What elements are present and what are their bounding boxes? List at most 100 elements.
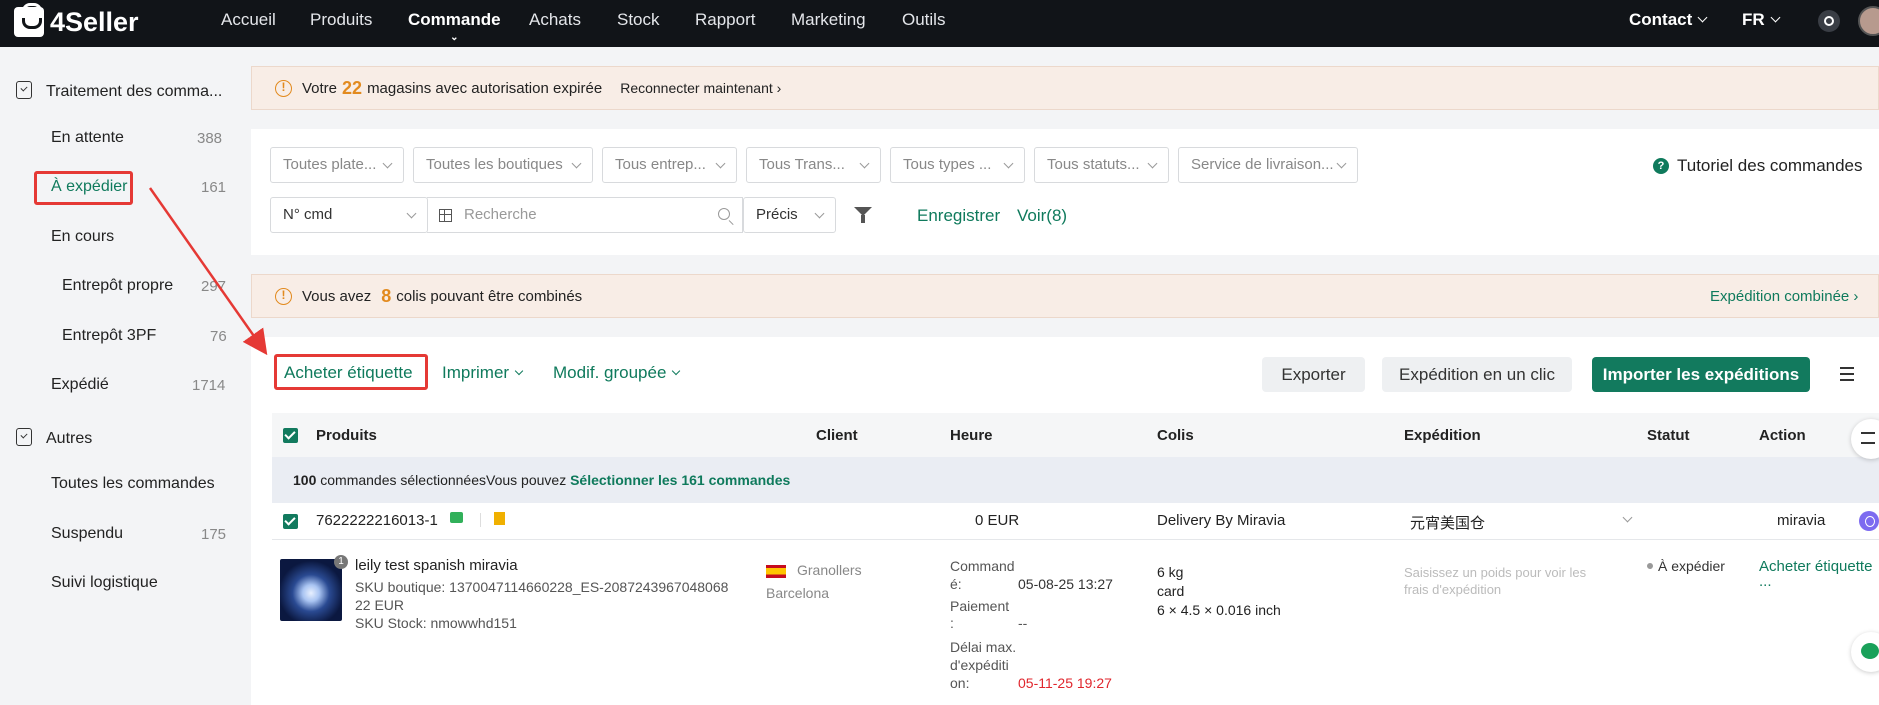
select-all-orders-link[interactable]: Sélectionner les 161 commandes bbox=[570, 472, 790, 488]
sidebar-item-entrepot-propre[interactable]: Entrepôt propre bbox=[62, 277, 173, 295]
sidebar-count: 388 bbox=[197, 130, 223, 147]
nav-outils[interactable]: Outils bbox=[902, 10, 945, 30]
search-field-select[interactable]: N° cmd bbox=[270, 197, 428, 233]
match-mode-select[interactable]: Précis bbox=[743, 197, 836, 233]
contact-menu[interactable]: Contact bbox=[1629, 10, 1708, 30]
more-actions[interactable]: ... bbox=[1759, 573, 1772, 590]
nav-achats[interactable]: Achats bbox=[529, 10, 581, 30]
deadline-label-cont: d'expéditi bbox=[950, 657, 1009, 673]
avatar[interactable] bbox=[1858, 6, 1879, 36]
warning-icon bbox=[275, 287, 292, 305]
shop-filter[interactable]: Toutes les boutiques bbox=[413, 147, 593, 183]
spain-flag-icon bbox=[766, 565, 786, 578]
filter-panel: Toutes plate... Toutes les boutiques Tou… bbox=[251, 129, 1879, 255]
chat-icon bbox=[1861, 643, 1879, 659]
chevron-down-icon[interactable] bbox=[1622, 512, 1633, 523]
highlight-a-expedier bbox=[34, 171, 133, 205]
nav-rapport[interactable]: Rapport bbox=[695, 10, 755, 30]
gear-icon[interactable] bbox=[1818, 10, 1840, 32]
deadline-label-end: on: bbox=[950, 675, 970, 691]
order-header-row: 7622222216013-1 0 EUR Delivery By Miravi… bbox=[272, 503, 1879, 540]
combined-shipping-label: Expédition combinée bbox=[1710, 287, 1850, 305]
delivery-service-filter[interactable]: Service de livraison... bbox=[1178, 147, 1358, 183]
search-placeholder: Recherche bbox=[464, 206, 537, 223]
sidebar-item-expedie[interactable]: Expédié bbox=[51, 376, 109, 394]
question-icon: ? bbox=[1653, 158, 1669, 174]
ordered-label-cont: é: bbox=[950, 576, 962, 592]
product-name[interactable]: leily test spanish miravia bbox=[355, 557, 518, 574]
shipping-hint-cont: frais d'expédition bbox=[1404, 582, 1502, 597]
nav-produits[interactable]: Produits bbox=[310, 10, 372, 30]
ordered-label: Command bbox=[950, 558, 1015, 574]
selection-bar: 100 commandes sélectionnéesVous pouvez S… bbox=[272, 457, 1879, 503]
banner-text: magasins avec autorisation expirée bbox=[367, 79, 603, 97]
language-menu[interactable]: FR bbox=[1742, 10, 1781, 30]
product-thumbnail[interactable] bbox=[280, 559, 342, 621]
sidebar: Traitement des comma... En attente 388 À… bbox=[0, 47, 238, 705]
bookmark-flag-icon[interactable] bbox=[494, 512, 505, 525]
shipping-hint: Saisissez un poids pour voir les bbox=[1404, 565, 1587, 580]
select-all-checkbox[interactable] bbox=[283, 428, 298, 443]
sidebar-item-toutes-commandes[interactable]: Toutes les commandes bbox=[51, 475, 215, 493]
nav-marketing[interactable]: Marketing bbox=[791, 10, 866, 30]
export-button[interactable]: Exporter bbox=[1262, 357, 1365, 392]
order-checkbox[interactable] bbox=[283, 514, 298, 529]
banner-count: 8 bbox=[381, 285, 392, 306]
search-input[interactable]: Recherche bbox=[427, 197, 743, 233]
highlight-buy-label bbox=[274, 354, 428, 390]
order-amount: 0 EUR bbox=[975, 512, 1020, 529]
nav-commande-label: Commande bbox=[408, 10, 501, 29]
tutorial-link[interactable]: ? Tutoriel des commandes bbox=[1653, 156, 1863, 176]
one-click-shipping-button[interactable]: Expédition en un clic bbox=[1382, 357, 1572, 392]
sidebar-group-traitement[interactable]: Traitement des comma... bbox=[16, 78, 222, 101]
chevron-down-icon bbox=[672, 366, 681, 376]
sidebar-item-entrepot-3pf[interactable]: Entrepôt 3PF bbox=[62, 327, 156, 345]
message-icon[interactable] bbox=[450, 512, 463, 523]
status-filter[interactable]: Tous statuts... bbox=[1034, 147, 1169, 183]
combined-shipping-link[interactable]: Expédition combinée › bbox=[1710, 288, 1858, 305]
filter-icon[interactable] bbox=[854, 207, 872, 223]
selection-hint: Vous pouvez bbox=[486, 472, 567, 488]
carrier-filter[interactable]: Tous Trans... bbox=[746, 147, 881, 183]
warehouse-filter[interactable]: Tous entrep... bbox=[602, 147, 737, 183]
miravia-logo-icon bbox=[1859, 511, 1879, 531]
sidebar-item-suivi-logistique[interactable]: Suivi logistique bbox=[51, 574, 158, 592]
logo[interactable]: 4Seller bbox=[14, 3, 139, 38]
reconnect-link[interactable]: Reconnecter maintenant › bbox=[620, 80, 781, 96]
list-icon bbox=[1861, 432, 1875, 444]
sidebar-item-suspendu[interactable]: Suspendu bbox=[51, 525, 123, 543]
chevron-down-icon bbox=[1770, 12, 1781, 23]
combine-banner: Vous avez 8 colis pouvant être combinés … bbox=[251, 274, 1879, 318]
warehouse-select[interactable]: 元宵美国仓 bbox=[1410, 512, 1485, 533]
sku-stock: SKU Stock: nmowwhd151 bbox=[355, 615, 517, 631]
sidebar-item-en-cours[interactable]: En cours bbox=[51, 228, 114, 246]
print-label: Imprimer bbox=[442, 363, 510, 382]
sidebar-item-en-attente[interactable]: En attente bbox=[51, 129, 124, 147]
logo-bag-icon bbox=[14, 3, 44, 37]
col-action: Action bbox=[1759, 427, 1806, 444]
reconnect-link-label: Reconnecter maintenant bbox=[620, 80, 773, 96]
clipboard-icon bbox=[16, 428, 32, 446]
sidebar-group-autres[interactable]: Autres bbox=[16, 425, 92, 448]
status-label: À expédier bbox=[1658, 558, 1725, 574]
nav-commande[interactable]: Commande ⌄ bbox=[408, 10, 501, 43]
view-filters-link[interactable]: Voir(8) bbox=[1017, 206, 1067, 226]
sku-shop: SKU boutique: 1370047114660228_ES-208724… bbox=[355, 579, 729, 595]
list-settings-icon[interactable] bbox=[1840, 367, 1854, 381]
delivery-method: Delivery By Miravia bbox=[1157, 512, 1286, 529]
bulk-edit-menu[interactable]: Modif. groupée bbox=[553, 363, 681, 383]
import-shipments-button[interactable]: Importer les expéditions bbox=[1592, 357, 1810, 392]
warning-icon bbox=[275, 79, 292, 97]
search-icon[interactable] bbox=[718, 208, 730, 220]
print-menu[interactable]: Imprimer bbox=[442, 363, 524, 383]
language-label: FR bbox=[1742, 10, 1765, 29]
save-filter-link[interactable]: Enregistrer bbox=[917, 206, 1000, 226]
banner-text: Vous avez bbox=[302, 287, 372, 305]
order-id[interactable]: 7622222216013-1 bbox=[316, 512, 438, 529]
status-dot-icon bbox=[1647, 563, 1653, 569]
nav-accueil[interactable]: Accueil bbox=[221, 10, 276, 30]
buy-label-action[interactable]: Acheter étiquette bbox=[1759, 558, 1872, 575]
type-filter[interactable]: Tous types ... bbox=[890, 147, 1025, 183]
nav-stock[interactable]: Stock bbox=[617, 10, 660, 30]
platform-filter[interactable]: Toutes plate... bbox=[270, 147, 404, 183]
